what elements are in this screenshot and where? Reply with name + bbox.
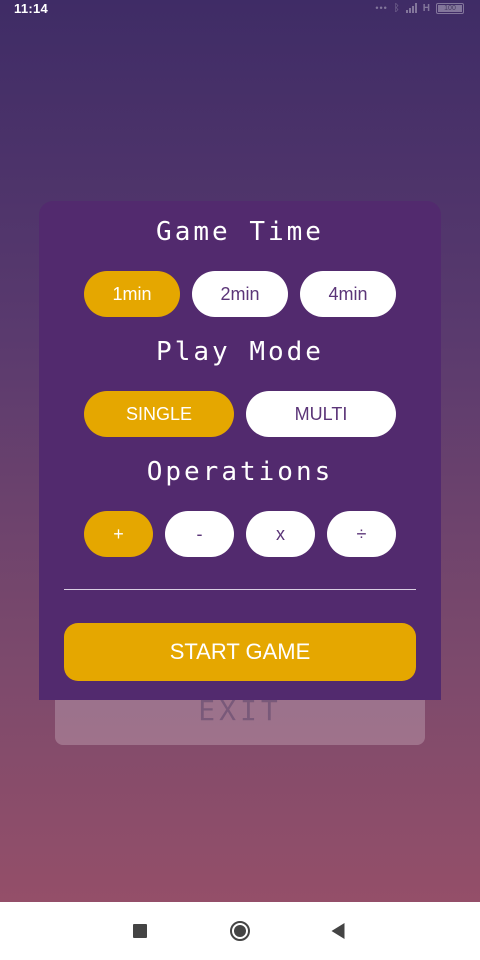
bluetooth-icon: ᛒ	[393, 2, 400, 14]
home-circle-icon[interactable]	[230, 921, 250, 941]
operation-option-divide[interactable]: ÷	[327, 511, 396, 557]
operation-option-plus[interactable]: +	[84, 511, 153, 557]
operation-option-minus[interactable]: -	[165, 511, 234, 557]
play-mode-option-single[interactable]: SINGLE	[84, 391, 234, 437]
operation-option-multiply[interactable]: x	[246, 511, 315, 557]
status-icons: ••• ᛒ H 100	[375, 2, 464, 14]
game-settings-dialog: Game Time 1min 2min 4min Play Mode SINGL…	[39, 201, 441, 700]
game-time-title: Game Time	[156, 217, 324, 247]
start-game-button[interactable]: START GAME	[64, 623, 416, 681]
divider	[64, 589, 416, 590]
game-time-option-2min[interactable]: 2min	[192, 271, 288, 317]
network-type: H	[422, 2, 430, 14]
game-time-option-1min[interactable]: 1min	[84, 271, 180, 317]
status-bar: 11:14 ••• ᛒ H 100	[0, 0, 480, 16]
exit-button-label: EXIT	[198, 694, 282, 727]
status-time: 11:14	[14, 0, 49, 16]
battery-icon: 100	[436, 2, 464, 14]
operations-title: Operations	[146, 457, 334, 487]
back-triangle-icon[interactable]	[331, 923, 345, 939]
recents-square-icon[interactable]	[133, 924, 147, 938]
signal-icon	[405, 3, 417, 13]
battery-level: 100	[444, 4, 456, 12]
more-dots-icon: •••	[375, 3, 388, 13]
game-time-option-4min[interactable]: 4min	[300, 271, 396, 317]
play-mode-option-multi[interactable]: MULTI	[246, 391, 396, 437]
navigation-bar	[0, 902, 480, 960]
play-mode-title: Play Mode	[156, 337, 324, 367]
